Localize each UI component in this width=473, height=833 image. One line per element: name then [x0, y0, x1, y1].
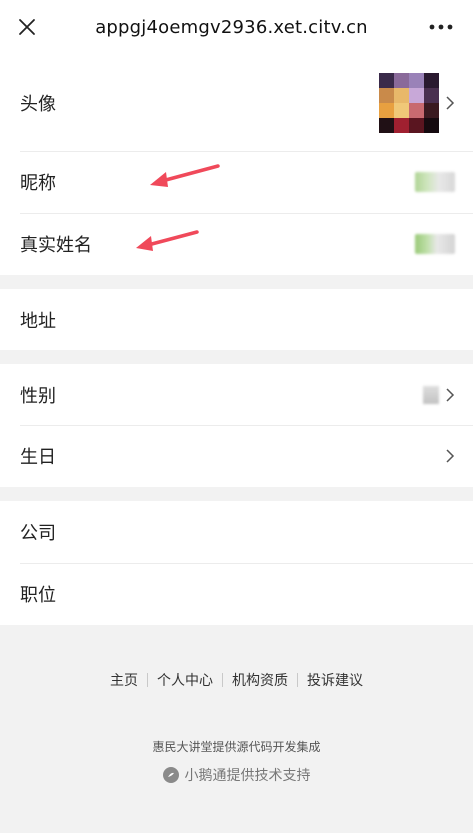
gender-row[interactable]: 性别	[0, 364, 473, 425]
avatar-label: 头像	[20, 93, 56, 115]
company-row[interactable]: 公司	[0, 501, 473, 563]
position-row[interactable]: 职位	[0, 563, 473, 625]
footer-links: 主页 个人中心 机构资质 投诉建议	[0, 670, 473, 690]
birthday-row[interactable]: 生日	[0, 425, 473, 487]
gender-value-blurred	[423, 385, 439, 404]
nickname-value-blurred	[415, 172, 455, 192]
profile-group-address: 地址	[0, 289, 473, 350]
chevron-right-icon	[446, 95, 455, 110]
page-footer: 主页 个人中心 机构资质 投诉建议 惠民大讲堂提供源代码开发集成 小鹅通提供技术…	[0, 670, 473, 785]
profile-group-basic: 头像 昵称 真实姓名	[0, 54, 473, 275]
avatar-row[interactable]: 头像	[0, 54, 473, 151]
footer-link-profile-center[interactable]: 个人中心	[148, 670, 222, 690]
footer-link-home[interactable]: 主页	[101, 670, 147, 690]
realname-row[interactable]: 真实姓名	[0, 213, 473, 275]
gender-label: 性别	[20, 385, 56, 407]
page-url: appgj4oemgv2936.xet.citv.cn	[95, 16, 368, 38]
realname-label: 真实姓名	[20, 235, 92, 256]
position-label: 职位	[20, 585, 56, 606]
chevron-right-icon	[446, 387, 455, 402]
profile-group-personal: 性别 生日	[0, 364, 473, 487]
footer-link-complaint[interactable]: 投诉建议	[298, 670, 372, 690]
more-icon	[429, 24, 453, 30]
close-icon	[19, 19, 35, 35]
close-button[interactable]	[12, 12, 42, 42]
birthday-label: 生日	[20, 447, 56, 468]
more-button[interactable]	[421, 12, 461, 42]
company-label: 公司	[20, 523, 56, 544]
nickname-row[interactable]: 昵称	[0, 151, 473, 213]
chevron-right-icon	[446, 449, 455, 463]
address-row[interactable]: 地址	[0, 289, 473, 350]
profile-group-work: 公司 职位	[0, 501, 473, 625]
powered-by: 小鹅通提供技术支持	[0, 765, 473, 785]
realname-value-blurred	[415, 234, 455, 254]
footer-link-qualification[interactable]: 机构资质	[223, 670, 297, 690]
powered-by-text: 小鹅通提供技术支持	[184, 768, 311, 784]
nickname-label: 昵称	[20, 173, 56, 194]
top-bar: appgj4oemgv2936.xet.citv.cn	[0, 0, 473, 54]
avatar[interactable]	[379, 72, 439, 133]
address-label: 地址	[20, 310, 56, 332]
integration-text: 惠民大讲堂提供源代码开发集成	[152, 740, 321, 754]
xiaoe-logo-icon	[162, 767, 179, 783]
